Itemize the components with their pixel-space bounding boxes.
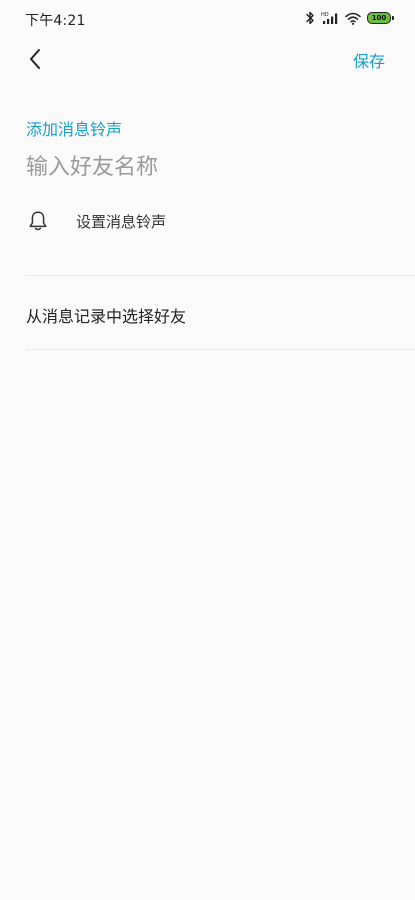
chevron-left-icon	[30, 49, 40, 69]
bluetooth-icon	[306, 11, 314, 25]
top-bar: 保存	[0, 36, 415, 82]
divider	[25, 275, 415, 276]
status-icons: HD 100	[305, 10, 394, 26]
set-ringtone-label: 设置消息铃声	[76, 213, 167, 231]
save-button[interactable]: 保存	[353, 48, 385, 72]
back-button[interactable]	[22, 46, 48, 72]
battery-icon: 100	[367, 12, 394, 24]
battery-level: 100	[371, 14, 387, 22]
hd-signal-icon: HD	[321, 12, 338, 24]
section-title: 添加消息铃声	[26, 120, 123, 139]
status-time: 下午4:21	[25, 13, 86, 29]
select-from-history-label: 从消息记录中选择好友	[26, 307, 187, 326]
friend-name-input[interactable]	[26, 150, 386, 184]
battery-tip	[392, 16, 394, 20]
status-bar: 下午4:21 HD 100	[0, 0, 415, 36]
svg-text:HD: HD	[321, 12, 329, 18]
add-ringtone-screen: 下午4:21 HD 100 保存 添加消息铃声 输入好友名称 设置消息铃声 从消…	[0, 0, 415, 900]
bell-icon	[29, 211, 47, 231]
select-from-history-row[interactable]: 从消息记录中选择好友	[0, 277, 415, 349]
set-ringtone-row[interactable]: 设置消息铃声	[0, 198, 415, 244]
divider	[25, 349, 415, 350]
wifi-icon	[345, 12, 361, 25]
